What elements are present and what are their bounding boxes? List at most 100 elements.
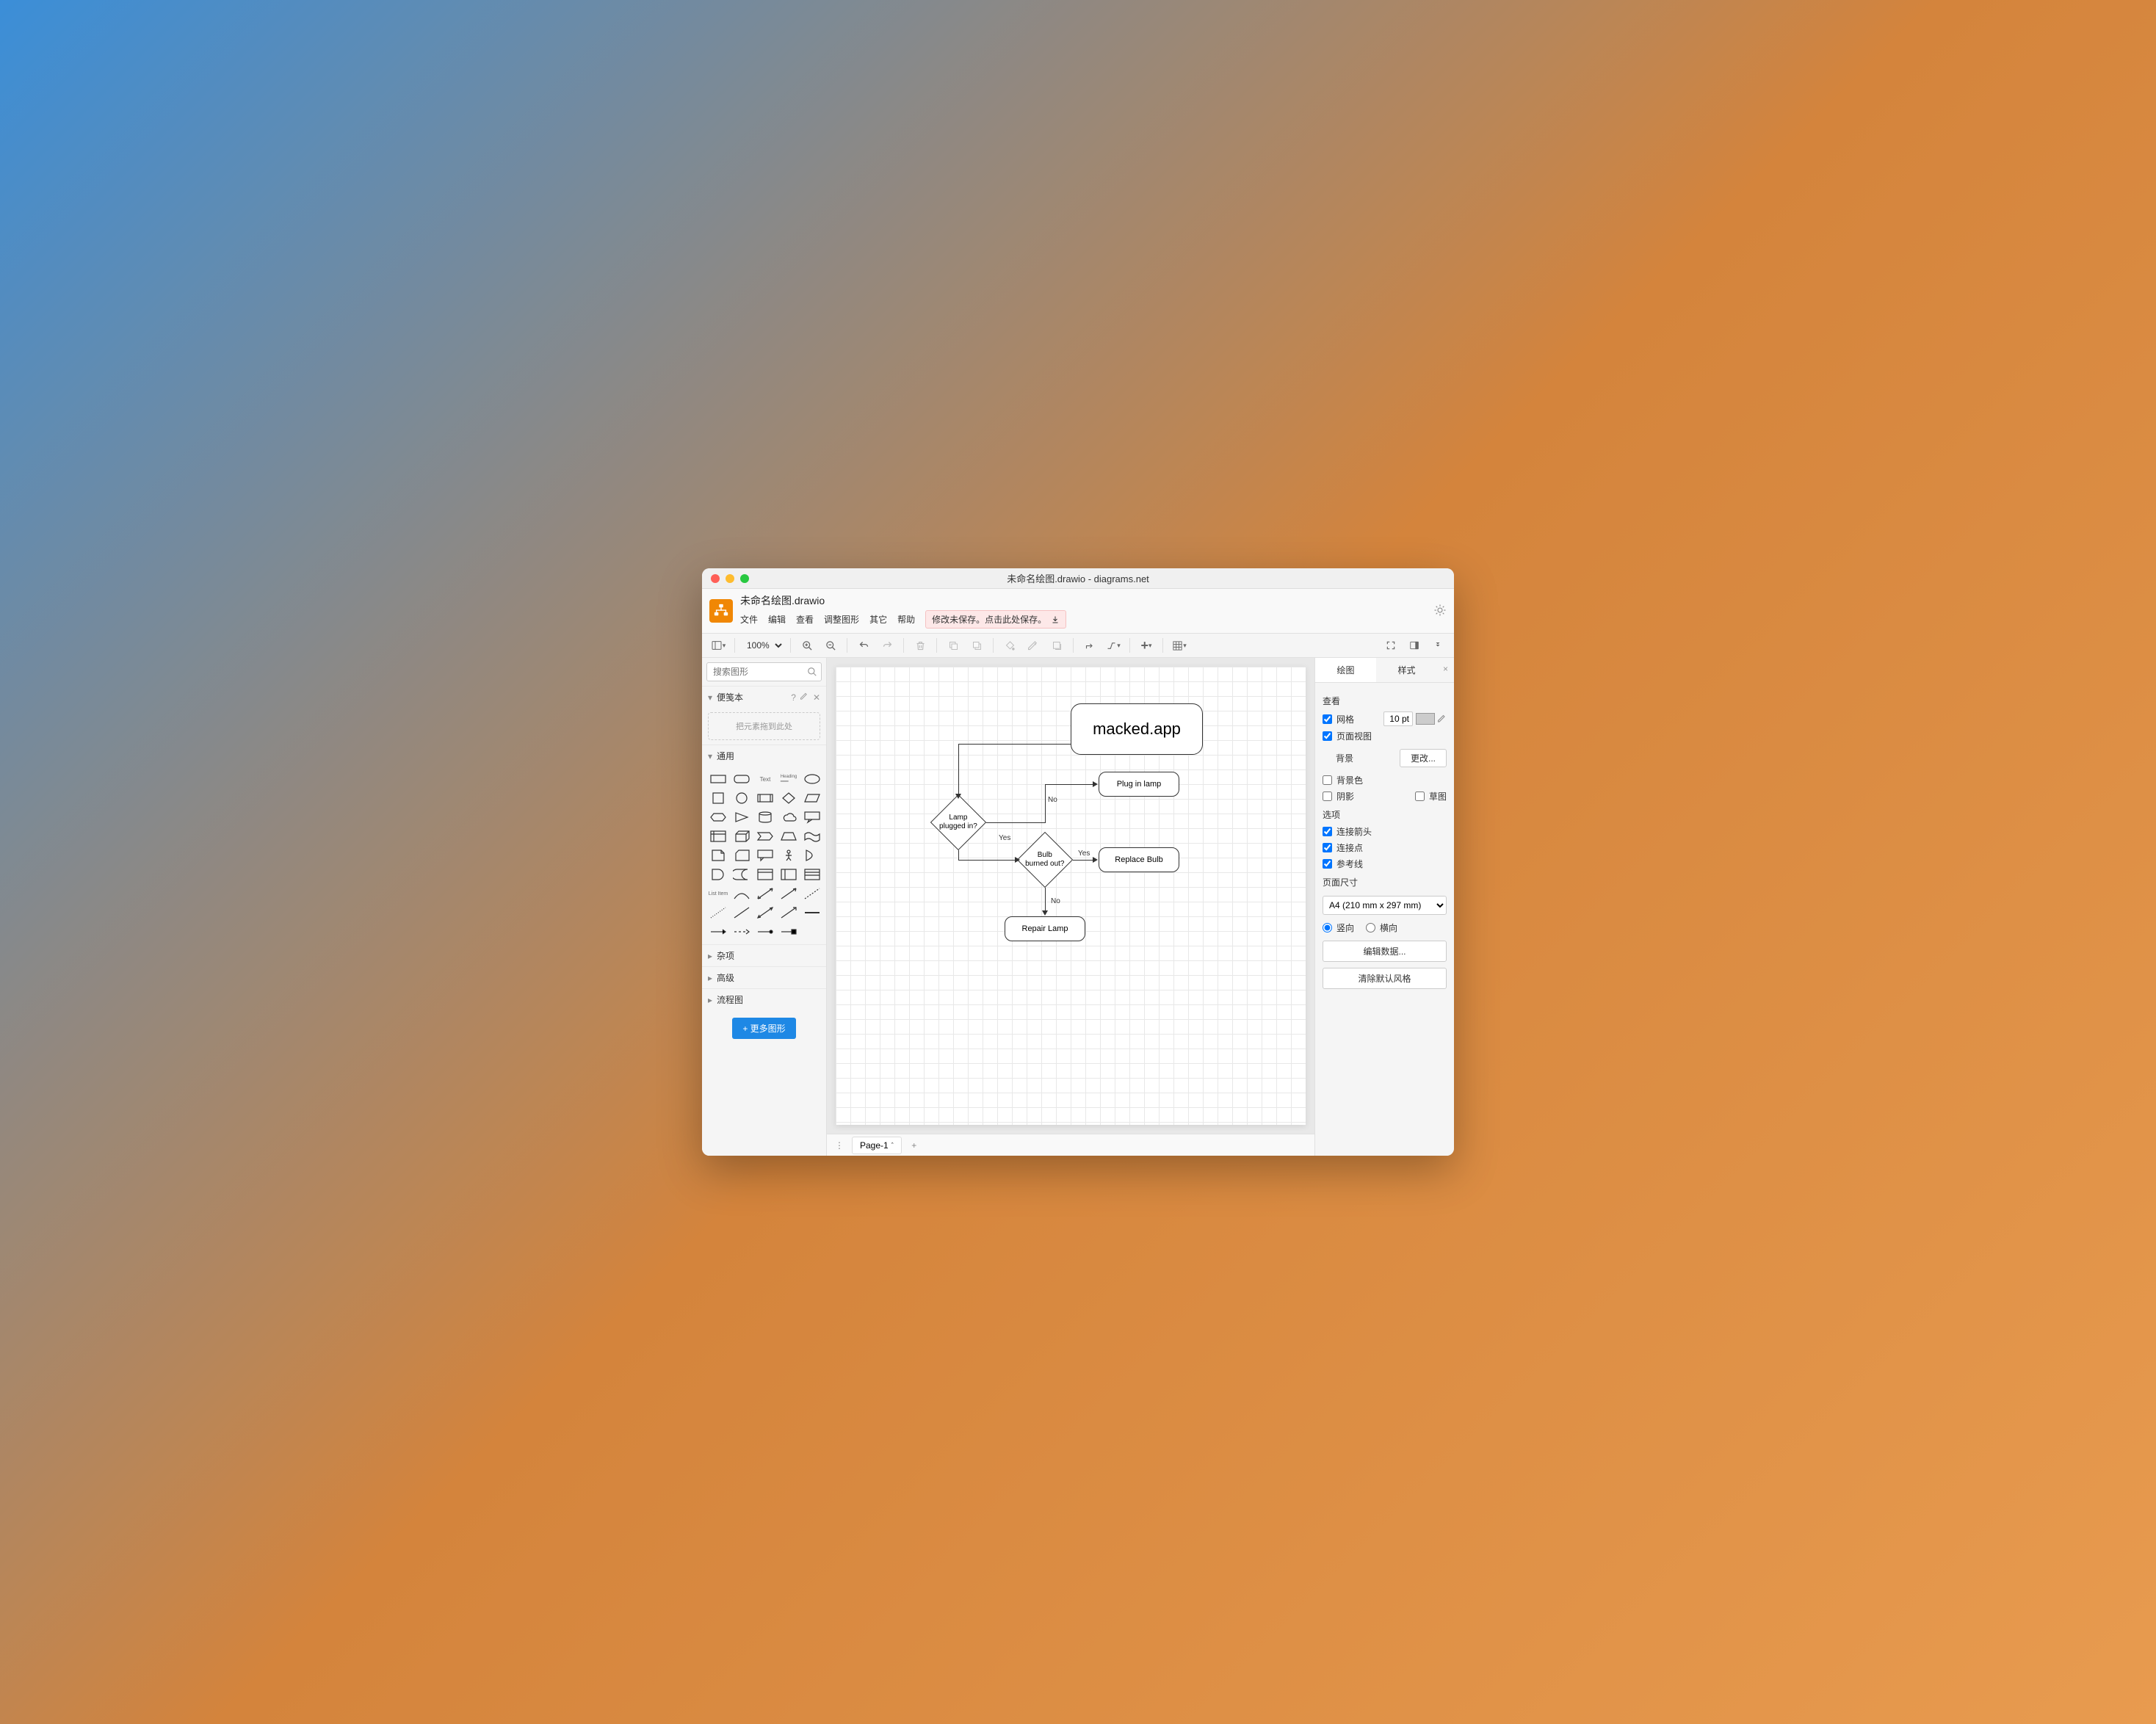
shape-and[interactable] (708, 866, 728, 883)
shape-actor[interactable] (778, 847, 799, 863)
shadow-checkbox[interactable] (1323, 792, 1332, 801)
undo-button[interactable] (853, 636, 874, 655)
connection-button[interactable] (1079, 636, 1100, 655)
shape-cloud[interactable] (778, 809, 799, 825)
shape-square[interactable] (708, 790, 728, 806)
page-tab[interactable]: Page-1 ˆ (852, 1137, 902, 1154)
table-button[interactable]: ▾ (1169, 636, 1190, 655)
shape-hexagon[interactable] (708, 809, 728, 825)
shape-link1[interactable] (802, 905, 822, 921)
canvas-scroll[interactable]: macked.app Lamp plugged in? Plug in lamp… (827, 658, 1314, 1134)
edit-data-button[interactable]: 编辑数据... (1323, 941, 1447, 962)
shape-diamond[interactable] (778, 790, 799, 806)
shape-internal-storage[interactable] (708, 828, 728, 844)
conn-points-label[interactable]: 连接点 (1336, 841, 1363, 854)
shape-note[interactable] (708, 847, 728, 863)
bg-color-checkbox[interactable] (1323, 775, 1332, 785)
redo-button[interactable] (877, 636, 897, 655)
menu-extras[interactable]: 其它 (869, 613, 887, 626)
to-front-button[interactable] (943, 636, 963, 655)
zoom-select[interactable]: 100% (741, 638, 784, 653)
node-repair-lamp[interactable]: Repair Lamp (1005, 916, 1085, 941)
scratchpad-dropzone[interactable]: 把元素拖到此处 (708, 712, 820, 740)
conn-points-checkbox[interactable] (1323, 843, 1332, 852)
shadow-label[interactable]: 阴影 (1336, 790, 1354, 803)
node-title[interactable]: macked.app (1071, 703, 1203, 755)
shape-link3[interactable] (731, 924, 752, 940)
menu-help[interactable]: 帮助 (897, 613, 915, 626)
pencil-icon[interactable] (800, 692, 808, 700)
grid-checkbox[interactable] (1323, 714, 1332, 724)
shape-triangle[interactable] (731, 809, 752, 825)
collapse-button[interactable] (1428, 636, 1448, 655)
pencil-icon[interactable] (1438, 714, 1447, 723)
shape-link2[interactable] (708, 924, 728, 940)
node-decision-plugged[interactable]: Lamp plugged in? (930, 794, 986, 850)
maximize-window-button[interactable] (740, 574, 749, 583)
portrait-label[interactable]: 竖向 (1336, 921, 1354, 934)
shape-callout[interactable] (802, 809, 822, 825)
zoom-in-button[interactable] (797, 636, 817, 655)
grid-color-swatch[interactable] (1416, 713, 1435, 725)
guides-label[interactable]: 参考线 (1336, 858, 1363, 870)
shape-container2[interactable] (778, 866, 799, 883)
shape-line[interactable] (731, 905, 752, 921)
misc-header[interactable]: ▸ 杂项 (702, 945, 826, 966)
shape-heading[interactable]: Heading━━━ (778, 771, 799, 787)
general-header[interactable]: ▾ 通用 (702, 745, 826, 767)
landscape-radio[interactable] (1366, 923, 1375, 932)
format-panel-button[interactable] (1404, 636, 1425, 655)
add-page-button[interactable]: + (906, 1137, 922, 1153)
grid-size-input[interactable] (1383, 711, 1413, 726)
shape-process[interactable] (755, 790, 775, 806)
scratchpad-header[interactable]: ▾ 便笺本 ? ✕ (702, 687, 826, 708)
theme-toggle-button[interactable] (1433, 604, 1447, 619)
change-bg-button[interactable]: 更改... (1400, 749, 1447, 767)
shape-list[interactable] (802, 866, 822, 883)
shape-bidir-arrow[interactable] (755, 885, 775, 902)
shape-list-item[interactable]: List Item (708, 885, 728, 902)
shape-rect[interactable] (708, 771, 728, 787)
sketch-checkbox[interactable] (1415, 792, 1425, 801)
shape-or[interactable] (802, 847, 822, 863)
to-back-button[interactable] (966, 636, 987, 655)
shape-curve[interactable] (731, 885, 752, 902)
node-replace-bulb[interactable]: Replace Bulb (1099, 847, 1179, 872)
page-view-label[interactable]: 页面视图 (1336, 730, 1372, 742)
advanced-header[interactable]: ▸ 高级 (702, 967, 826, 988)
pages-menu-button[interactable]: ⋮ (831, 1137, 847, 1153)
fill-color-button[interactable] (999, 636, 1020, 655)
shape-link5[interactable] (778, 924, 799, 940)
more-shapes-button[interactable]: + 更多图形 (732, 1018, 795, 1039)
shape-callout2[interactable] (755, 847, 775, 863)
shadow-button[interactable] (1046, 636, 1067, 655)
canvas-page[interactable]: macked.app Lamp plugged in? Plug in lamp… (836, 667, 1306, 1125)
shape-text[interactable]: Text (755, 771, 775, 787)
menu-edit[interactable]: 编辑 (768, 613, 786, 626)
conn-arrows-checkbox[interactable] (1323, 827, 1332, 836)
shape-container[interactable] (755, 866, 775, 883)
shape-cube[interactable] (731, 828, 752, 844)
shape-circle[interactable] (731, 790, 752, 806)
line-color-button[interactable] (1023, 636, 1043, 655)
minimize-window-button[interactable] (726, 574, 734, 583)
shape-dashed[interactable] (802, 885, 822, 902)
node-decision-bulb[interactable]: Bulb burned out? (1017, 832, 1073, 888)
help-icon[interactable]: ? (791, 692, 796, 703)
search-input[interactable] (706, 662, 822, 681)
sketch-label[interactable]: 草图 (1429, 790, 1447, 803)
save-warning-button[interactable]: 修改未保存。点击此处保存。 (925, 610, 1066, 629)
menu-view[interactable]: 查看 (796, 613, 814, 626)
shape-parallelogram[interactable] (802, 790, 822, 806)
close-panel-button[interactable]: × (1437, 658, 1454, 682)
tab-style[interactable]: 样式 (1376, 658, 1437, 682)
zoom-out-button[interactable] (820, 636, 841, 655)
clear-style-button[interactable]: 清除默认风格 (1323, 968, 1447, 989)
portrait-radio[interactable] (1323, 923, 1332, 932)
close-icon[interactable]: ✕ (813, 692, 820, 703)
conn-arrows-label[interactable]: 连接箭头 (1336, 825, 1372, 838)
shape-trapezoid[interactable] (778, 828, 799, 844)
shape-arrow[interactable] (778, 885, 799, 902)
shape-step[interactable] (755, 828, 775, 844)
close-window-button[interactable] (711, 574, 720, 583)
